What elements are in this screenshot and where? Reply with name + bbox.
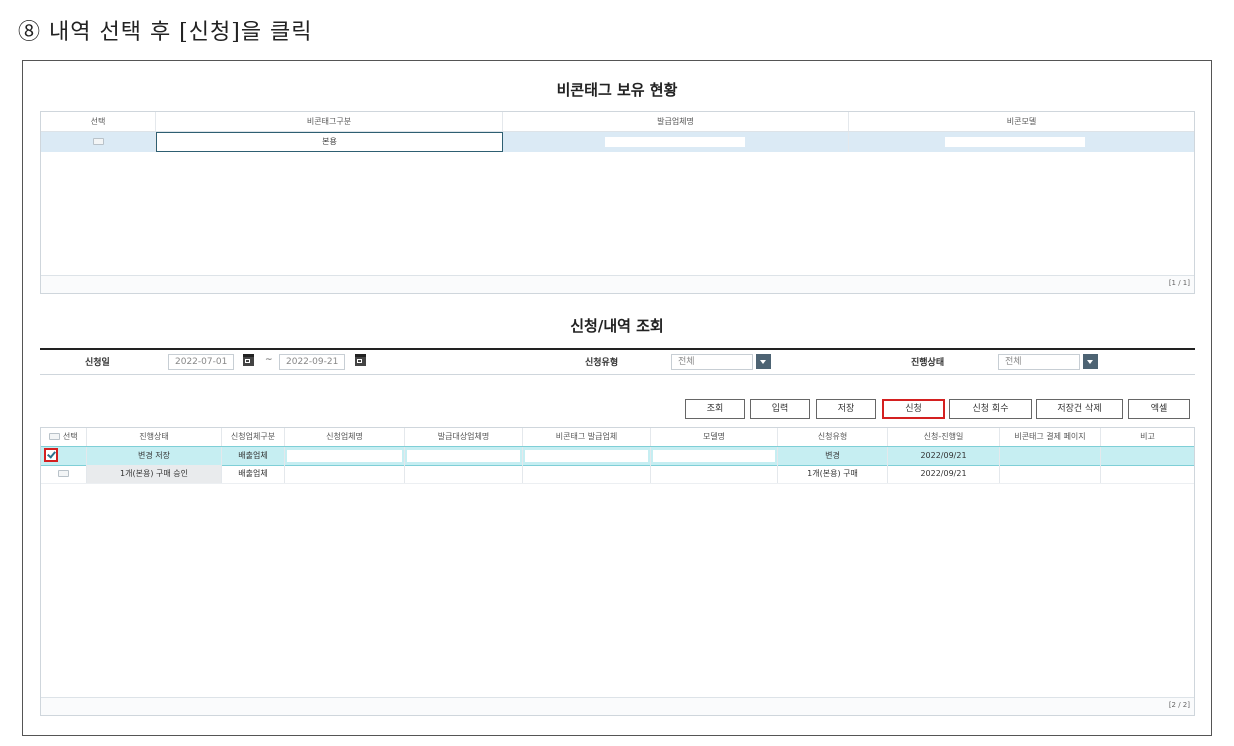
table-row[interactable]: 1개(본용) 구매 승인 배출업체 1개(본용) 구매 2022/09/21 (41, 465, 1194, 484)
instruction-caption: ⑧ 내역 선택 후 [신청]을 클릭 (18, 20, 313, 45)
list-footer: [2 / 2] (41, 697, 1194, 715)
col-model-name[interactable]: 모델명 (651, 428, 778, 446)
company-type-cell: 배출업체 (222, 465, 285, 483)
status-select[interactable]: 전체 (998, 354, 1080, 370)
search-title: 신청/내역 조회 (570, 317, 664, 335)
calendar-icon[interactable] (355, 354, 366, 366)
delete-saved-button[interactable]: 저장건 삭제 (1036, 399, 1123, 419)
company-name-cell (285, 465, 405, 483)
apply-date-cell: 2022/09/21 (888, 465, 1000, 483)
row-select-cell[interactable] (41, 132, 156, 152)
company-type-cell: 배출업체 (222, 447, 285, 465)
holdings-footer: [1 / 1] (41, 275, 1194, 293)
holdings-row[interactable]: 본용 (41, 132, 1194, 152)
status-cell: 1개(본용) 구매 승인 (87, 465, 222, 483)
col-remark[interactable]: 비고 (1101, 428, 1194, 446)
payment-page-cell[interactable] (1000, 465, 1101, 483)
excel-button[interactable]: 엑셀 (1128, 399, 1190, 419)
row-checkbox-checked[interactable] (44, 448, 58, 462)
col-apply-type[interactable]: 신청유형 (778, 428, 888, 446)
status-label: 진행상태 (911, 358, 945, 368)
col-tag-issuer[interactable]: 비콘태그 발급업체 (523, 428, 651, 446)
col-tag-type[interactable]: 비콘태그구분 (156, 112, 503, 131)
col-apply-date[interactable]: 신청-진행일 (888, 428, 1000, 446)
tag-issuer-cell (523, 465, 651, 483)
application-list-grid: 선택 진행상태 신청업체구분 신청업체명 발급대상업체명 비콘태그 발급업체 모… (40, 427, 1195, 716)
date-to-input[interactable]: 2022-09-21 (279, 354, 345, 370)
holdings-grid: 선택 비콘태그구분 발급업체명 비콘모델 본용 [1 / 1] (40, 111, 1195, 294)
model-name-cell[interactable] (651, 447, 778, 465)
table-row[interactable]: 변경 저장 배출업체 변경 2022/09/21 (41, 446, 1194, 466)
list-header: 선택 진행상태 신청업체구분 신청업체명 발급대상업체명 비콘태그 발급업체 모… (41, 428, 1194, 447)
model-name-cell (651, 465, 778, 483)
col-company-name[interactable]: 신청업체명 (285, 428, 405, 446)
company-name-cell[interactable] (285, 447, 405, 465)
target-company-cell[interactable] (405, 447, 523, 465)
search-filter-bar: 신청일 2022-07-01 ~ 2022-09-21 신청유형 전체 진행상태… (40, 348, 1195, 375)
apply-date-cell: 2022/09/21 (888, 447, 1000, 465)
holdings-pager: [1 / 1] (1168, 279, 1190, 287)
row-checkbox[interactable] (58, 470, 69, 477)
chevron-down-icon[interactable] (756, 354, 771, 369)
issuer-redacted (605, 137, 745, 147)
col-payment-page[interactable]: 비콘태그 결제 페이지 (1000, 428, 1101, 446)
apply-type-cell: 1개(본용) 구매 (778, 465, 888, 483)
remark-cell (1101, 447, 1194, 465)
status-cell: 변경 저장 (87, 447, 222, 465)
holdings-title: 비콘태그 보유 현황 (556, 81, 678, 99)
apply-date-label: 신청일 (85, 358, 110, 368)
apply-button[interactable]: 신청 (882, 399, 945, 419)
col-select[interactable]: 선택 (41, 428, 87, 446)
target-company-cell (405, 465, 523, 483)
input-button[interactable]: 입력 (750, 399, 810, 419)
apply-type-cell: 변경 (778, 447, 888, 465)
col-model[interactable]: 비콘모델 (849, 112, 1194, 131)
date-separator: ~ (265, 355, 273, 365)
remark-cell (1101, 465, 1194, 483)
col-select[interactable]: 선택 (41, 112, 156, 131)
calendar-icon[interactable] (243, 354, 254, 366)
query-button[interactable]: 조회 (685, 399, 745, 419)
tag-type-cell[interactable]: 본용 (156, 132, 503, 152)
row-checkbox[interactable] (92, 138, 104, 145)
withdraw-button[interactable]: 신청 회수 (949, 399, 1032, 419)
screenshot-frame: 비콘태그 보유 현황 선택 비콘태그구분 발급업체명 비콘모델 본용 [1 / … (22, 60, 1212, 736)
date-from-input[interactable]: 2022-07-01 (168, 354, 234, 370)
chevron-down-icon[interactable] (1083, 354, 1098, 369)
col-target-company[interactable]: 발급대상업체명 (405, 428, 523, 446)
tag-issuer-cell[interactable] (523, 447, 651, 465)
model-redacted (945, 137, 1085, 147)
model-cell[interactable] (849, 132, 1194, 152)
row-select-cell[interactable] (41, 465, 87, 483)
select-all-checkbox[interactable] (49, 433, 61, 440)
apply-type-label: 신청유형 (585, 358, 619, 368)
col-company-type[interactable]: 신청업체구분 (222, 428, 285, 446)
apply-type-select[interactable]: 전체 (671, 354, 753, 370)
issuer-name-cell[interactable] (503, 132, 849, 152)
list-pager: [2 / 2] (1168, 701, 1190, 709)
col-issuer-name[interactable]: 발급업체명 (503, 112, 849, 131)
col-status[interactable]: 진행상태 (87, 428, 222, 446)
save-button[interactable]: 저장 (816, 399, 876, 419)
payment-page-cell[interactable] (1000, 447, 1101, 465)
holdings-grid-header: 선택 비콘태그구분 발급업체명 비콘모델 (41, 112, 1194, 132)
row-select-cell[interactable] (41, 447, 87, 465)
